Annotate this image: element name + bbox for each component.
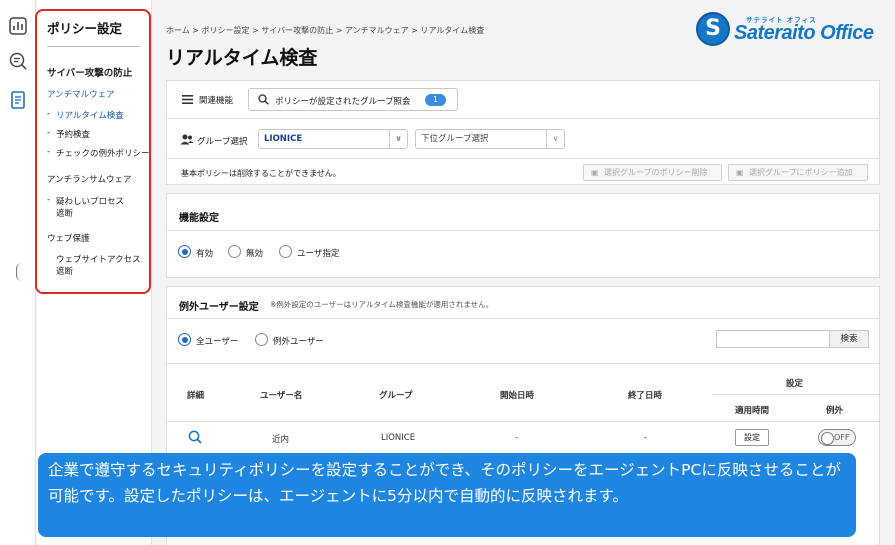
breadcrumb[interactable]: ホーム > ポリシー設定 > サイバー攻撃の防止 > アンチマルウェア > リア… <box>166 25 484 36</box>
policy-book-icon[interactable] <box>8 90 28 110</box>
exception-users-note: ※例外設定のユーザーはリアルタイム検査機能が適用されません。 <box>270 300 494 309</box>
group-select-label: グループ選択 <box>197 137 248 147</box>
feature-settings-title: 機能設定 <box>179 213 219 224</box>
radio-all-users-label: 全ユーザー <box>196 337 239 347</box>
base-policy-notice: 基本ポリシーは削除することができません。 <box>181 169 341 178</box>
search-icon <box>258 94 269 105</box>
users-icon: ▣ <box>736 168 744 177</box>
col-header-apply-time: 適用時間 <box>735 406 770 416</box>
sub-group-select-placeholder: 下位グループ選択 <box>421 134 489 144</box>
radio-user-specified-label: ユーザ指定 <box>297 249 340 259</box>
sidebar-item-exception-policy[interactable]: チェックの例外ポリシー <box>56 147 150 159</box>
page-title: リアルタイム検査 <box>166 47 318 69</box>
sidebar-title: ポリシー設定 <box>47 21 123 36</box>
sidebar-item-scheduled-scan[interactable]: 予約検査 <box>56 128 90 140</box>
chevron-down-icon: ∨ <box>389 130 407 148</box>
col-header-exception: 例外 <box>826 406 844 416</box>
count-badge: 1 <box>425 94 446 106</box>
cell-username: 近内 <box>272 435 290 445</box>
col-header-settings: 設定 <box>786 379 804 389</box>
sidebar-section-cyber-attack: サイバー攻撃の防止 <box>47 68 133 79</box>
table-header-divider <box>166 421 880 422</box>
user-search-input[interactable] <box>716 330 830 348</box>
add-group-policy-button[interactable]: ▣ 選択グループにポリシー追加 <box>728 164 868 181</box>
sidebar-group-anti-ransomware[interactable]: アンチランサムウェア <box>47 173 132 185</box>
users-icon <box>180 134 194 145</box>
sidebar-item-suspicious-process-line2[interactable]: 遮断 <box>56 207 73 219</box>
logo-mark-icon: S <box>696 12 730 46</box>
radio-user-specified[interactable] <box>279 245 292 258</box>
cell-end: - <box>644 433 648 443</box>
sateraito-logo: S サテライト オフィス Sateraito Office <box>696 12 886 48</box>
panel-divider <box>166 118 880 119</box>
analytics-icon[interactable] <box>8 16 28 36</box>
logo-name: Sateraito Office <box>734 22 874 44</box>
header-divider <box>712 394 880 395</box>
search-list-icon[interactable] <box>8 51 28 71</box>
panel-divider <box>166 158 880 159</box>
sidebar-group-anti-malware[interactable]: アンチマルウェア <box>47 88 115 100</box>
sidebar-bullet: - <box>47 147 51 157</box>
radio-enabled[interactable] <box>178 245 191 258</box>
cell-group: LIONICE <box>381 433 416 443</box>
panel-divider <box>166 230 880 231</box>
radio-enabled-label: 有効 <box>196 249 214 259</box>
group-select[interactable]: LIONICE ∨ <box>258 129 408 149</box>
sidebar-group-web-protection[interactable]: ウェブ保護 <box>47 232 90 244</box>
scroll-edge-decoration <box>16 263 28 281</box>
radio-disabled-label: 無効 <box>246 249 264 259</box>
apply-time-settings-button[interactable]: 設定 <box>735 429 769 446</box>
panel-divider <box>166 318 880 319</box>
col-header-start: 開始日時 <box>500 391 535 401</box>
chevron-down-icon: ∨ <box>546 130 564 148</box>
sidebar-item-website-access[interactable]: ウェブサイトアクセス <box>56 253 141 265</box>
sidebar-item-website-access-line2[interactable]: 遮断 <box>56 265 73 277</box>
sidebar-item-realtime-scan[interactable]: リアルタイム検査 <box>56 109 124 121</box>
radio-disabled[interactable] <box>228 245 241 258</box>
exception-users-title: 例外ユーザー設定 <box>179 302 259 313</box>
users-icon: ▣ <box>591 168 599 177</box>
group-select-value: LIONICE <box>264 134 303 144</box>
user-search-button[interactable]: 検索 <box>829 330 869 348</box>
sidebar-bullet: - <box>47 128 51 138</box>
sidebar-item-suspicious-process[interactable]: 疑わしいプロセス <box>56 195 124 207</box>
related-policy-search-text: ポリシーが設定されたグループ照会 <box>275 97 411 107</box>
col-header-username: ユーザー名 <box>260 391 303 401</box>
radio-all-users[interactable] <box>178 333 191 346</box>
caption-overlay: 企業で遵守するセキュリティポリシーを設定することができ、そのポリシーをエージェン… <box>38 453 856 537</box>
radio-exception-users-label: 例外ユーザー <box>273 337 324 347</box>
sidebar-bullet: - <box>47 109 51 119</box>
col-header-group: グループ <box>379 391 413 401</box>
sub-group-select[interactable]: 下位グループ選択 ∨ <box>415 129 565 149</box>
delete-group-policy-button[interactable]: ▣ 選択グループのポリシー削除 <box>583 164 722 181</box>
exception-toggle[interactable]: OFF <box>818 429 856 446</box>
sidebar-divider <box>47 46 140 47</box>
col-header-detail: 詳細 <box>187 391 205 401</box>
feature-settings-panel <box>166 193 880 278</box>
related-features-label: 関連機能 <box>199 96 234 106</box>
menu-icon <box>182 95 193 104</box>
col-header-end: 終了日時 <box>628 391 663 401</box>
cell-start: - <box>515 433 519 443</box>
radio-exception-users[interactable] <box>255 333 268 346</box>
sidebar-bullet: - <box>47 195 51 205</box>
search-icon[interactable] <box>188 430 202 444</box>
panel-divider <box>166 363 880 364</box>
